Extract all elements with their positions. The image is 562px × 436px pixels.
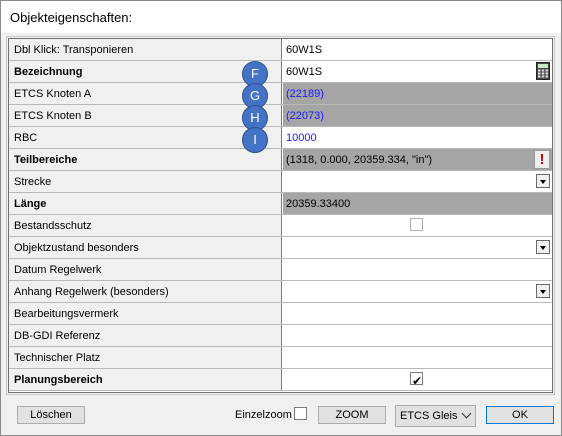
- ok-button[interactable]: OK: [486, 406, 554, 424]
- teilbereiche-field: (1318, 0.000, 20359.334, "in") !: [283, 149, 552, 170]
- einzelzoom-checkbox[interactable]: [294, 407, 307, 420]
- bestandsschutz-checkbox[interactable]: [410, 218, 423, 231]
- bestandsschutz-field: [283, 215, 552, 236]
- property-value[interactable]: 60W1S: [283, 39, 552, 60]
- property-value[interactable]: [283, 347, 552, 368]
- planungsbereich-field: ✔: [283, 369, 552, 390]
- chevron-down-icon[interactable]: [536, 240, 550, 254]
- property-label: RBC: [9, 127, 282, 148]
- property-value: 20359.33400: [283, 193, 552, 214]
- property-value[interactable]: [283, 325, 552, 346]
- dialog-title: Objekteigenschaften:: [10, 10, 133, 25]
- property-label: Bezeichnung: [9, 61, 282, 82]
- planungsbereich-checkbox[interactable]: ✔: [410, 372, 423, 388]
- objektzustand-dropdown[interactable]: [283, 237, 552, 258]
- property-label: Strecke: [9, 171, 282, 192]
- property-value: (1318, 0.000, 20359.334, "in"): [286, 154, 433, 166]
- property-label: Objektzustand besonders: [9, 237, 282, 258]
- property-label: Teilbereiche: [9, 149, 282, 170]
- property-row-bearbeitungsvermerk[interactable]: Bearbeitungsvermerk: [9, 303, 552, 325]
- properties-dialog: Objekteigenschaften: Dbl Klick: Transpon…: [0, 0, 562, 436]
- property-label: Dbl Klick: Transponieren: [9, 39, 282, 60]
- property-row-etcs-knoten-b[interactable]: ETCS Knoten B (22073): [9, 105, 552, 127]
- property-label: Bestandsschutz: [9, 215, 282, 236]
- property-label: DB-GDI Referenz: [9, 325, 282, 346]
- property-row-db-gdi-referenz[interactable]: DB-GDI Referenz: [9, 325, 552, 347]
- bezeichnung-field[interactable]: 60W1S: [283, 61, 552, 82]
- layer-select-value: ETCS Gleis: [400, 410, 458, 422]
- property-row-strecke[interactable]: Strecke: [9, 171, 552, 193]
- chevron-down-icon[interactable]: [536, 174, 550, 188]
- warning-icon[interactable]: !: [534, 150, 550, 169]
- property-label: Bearbeitungsvermerk: [9, 303, 282, 324]
- zoom-button[interactable]: ZOOM: [318, 406, 386, 424]
- chevron-down-icon: [461, 408, 472, 419]
- property-label: Anhang Regelwerk (besonders): [9, 281, 282, 302]
- property-value[interactable]: [283, 259, 552, 280]
- property-row-bestandsschutz[interactable]: Bestandsschutz: [9, 215, 552, 237]
- checkmark-icon: ✔: [412, 374, 423, 388]
- property-row-anhang-regelwerk[interactable]: Anhang Regelwerk (besonders): [9, 281, 552, 303]
- marker-i: I: [242, 127, 268, 153]
- delete-button[interactable]: Löschen: [17, 406, 85, 424]
- einzelzoom-label: Einzelzoom: [235, 409, 292, 421]
- property-label: ETCS Knoten A: [9, 83, 282, 104]
- property-row-datum-regelwerk[interactable]: Datum Regelwerk: [9, 259, 552, 281]
- property-label: Länge: [9, 193, 282, 214]
- property-label: Technischer Platz: [9, 347, 282, 368]
- property-label: ETCS Knoten B: [9, 105, 282, 126]
- property-row-teilbereiche[interactable]: Teilbereiche (1318, 0.000, 20359.334, "i…: [9, 149, 552, 171]
- property-label: Datum Regelwerk: [9, 259, 282, 280]
- property-value: (22189): [283, 83, 552, 104]
- strecke-dropdown[interactable]: [283, 171, 552, 192]
- property-row-rbc[interactable]: RBC 10000: [9, 127, 552, 149]
- property-value: 60W1S: [286, 66, 323, 78]
- property-row-dbl-klick[interactable]: Dbl Klick: Transponieren 60W1S: [9, 39, 552, 61]
- property-value[interactable]: 10000: [283, 127, 552, 148]
- property-row-bezeichnung[interactable]: Bezeichnung 60W1S: [9, 61, 552, 83]
- property-value: (22073): [283, 105, 552, 126]
- property-row-objektzustand[interactable]: Objektzustand besonders: [9, 237, 552, 259]
- title-bar: Objekteigenschaften:: [1, 1, 561, 33]
- layer-select[interactable]: ETCS Gleis: [395, 405, 476, 427]
- property-row-technischer-platz[interactable]: Technischer Platz: [9, 347, 552, 369]
- property-value[interactable]: [283, 303, 552, 324]
- property-label: Planungsbereich: [9, 369, 282, 390]
- chevron-down-icon[interactable]: [536, 284, 550, 298]
- anhang-regelwerk-dropdown[interactable]: [283, 281, 552, 302]
- property-row-planungsbereich[interactable]: Planungsbereich ✔: [9, 369, 552, 391]
- property-grid: Dbl Klick: Transponieren 60W1S Bezeichnu…: [6, 36, 555, 395]
- calculator-icon[interactable]: [536, 62, 550, 80]
- property-row-laenge[interactable]: Länge 20359.33400: [9, 193, 552, 215]
- property-row-etcs-knoten-a[interactable]: ETCS Knoten A (22189): [9, 83, 552, 105]
